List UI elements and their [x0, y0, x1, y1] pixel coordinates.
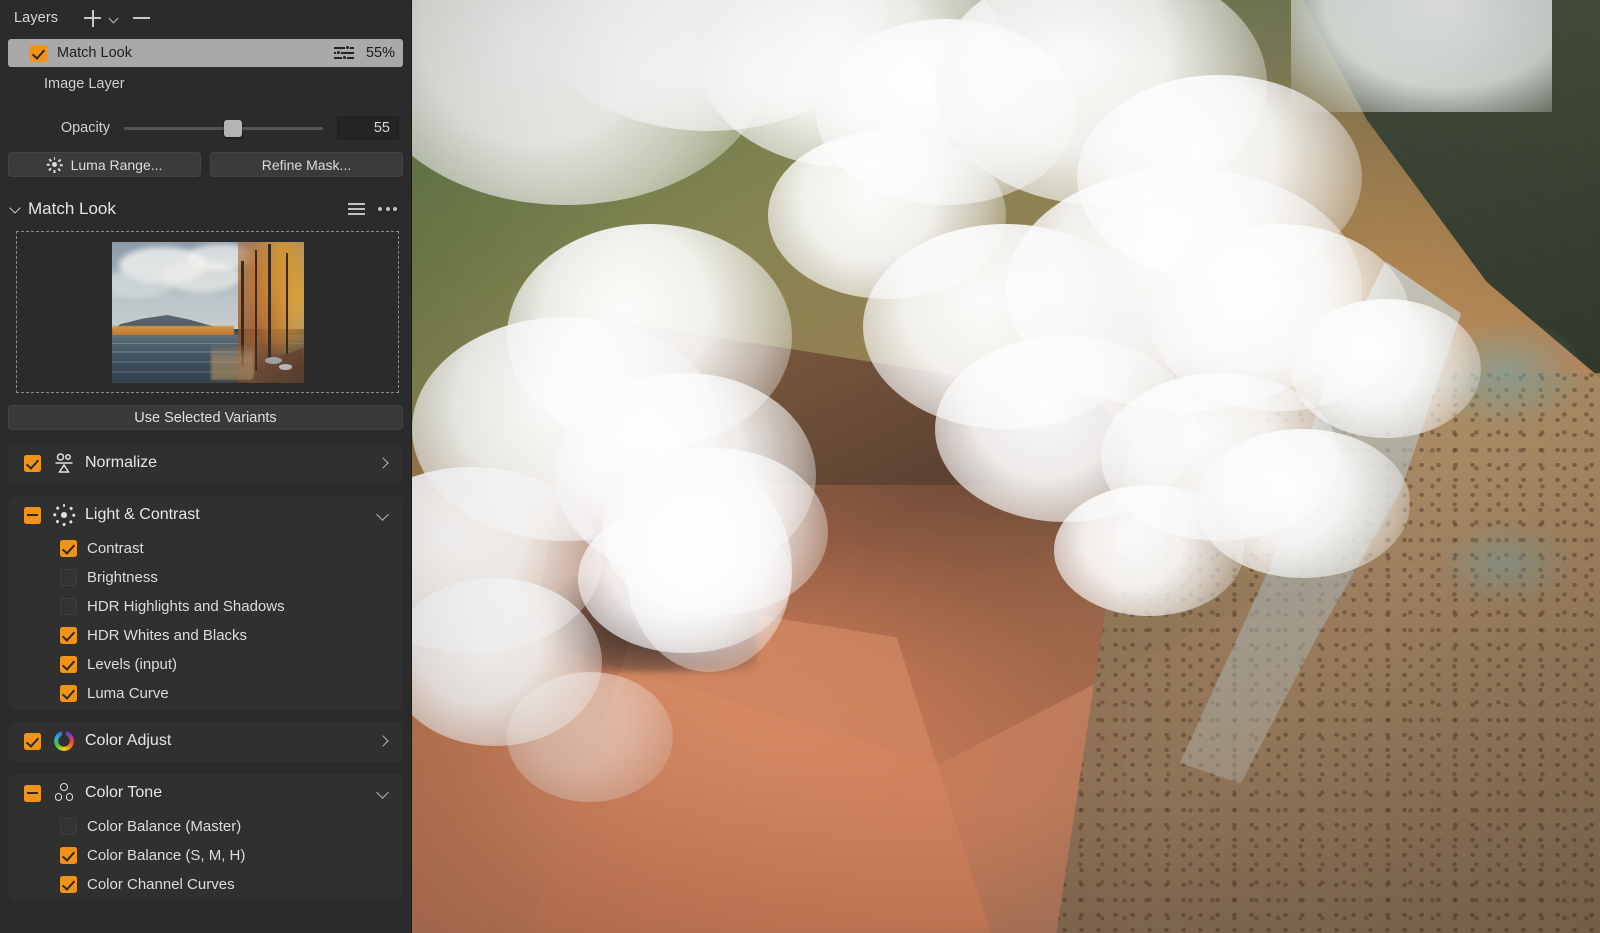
chevron-down-icon[interactable]: [376, 788, 389, 799]
adjustment-group-light-contrast: Light & Contrast Contrast Brightness HDR…: [8, 496, 403, 710]
group-header-normalize[interactable]: Normalize: [8, 444, 403, 482]
opacity-slider[interactable]: [124, 119, 323, 137]
match-look-section-header[interactable]: Match Look: [0, 191, 411, 227]
mask-buttons-row: Luma Range... Refine Mask...: [0, 140, 411, 177]
adjustments-list: Normalize Light & Contrast Contrast Brig…: [0, 430, 411, 901]
sub-label-luma-curve: Luma Curve: [87, 685, 169, 702]
chevron-down-icon[interactable]: [376, 510, 389, 521]
group-checkbox-light-contrast[interactable]: [24, 506, 41, 524]
use-selected-variants-label: Use Selected Variants: [134, 409, 277, 426]
group-label-normalize: Normalize: [85, 454, 158, 471]
group-checkbox-normalize[interactable]: [24, 454, 41, 472]
chevron-right-icon[interactable]: [378, 736, 389, 747]
sub-label-contrast: Contrast: [87, 540, 144, 557]
layer-name: Match Look: [57, 45, 132, 61]
sub-label-color-channel-curves: Color Channel Curves: [87, 876, 235, 893]
refine-mask-label: Refine Mask...: [261, 156, 352, 173]
checkbox-color-channel-curves[interactable]: [60, 876, 77, 893]
checkbox-brightness[interactable]: [60, 569, 77, 586]
group-label-color-adjust: Color Adjust: [85, 732, 172, 749]
checkbox-contrast[interactable]: [60, 540, 77, 557]
adjustment-group-color-adjust: Color Adjust: [8, 722, 403, 762]
color-tone-icon: [53, 782, 75, 804]
checkbox-color-balance-master[interactable]: [60, 818, 77, 835]
sub-item-color-balance-smh[interactable]: Color Balance (S, M, H): [8, 841, 403, 870]
sub-item-levels-input[interactable]: Levels (input): [8, 650, 403, 679]
luma-range-label: Luma Range...: [70, 156, 163, 173]
sub-label-hdr-highlights-shadows: HDR Highlights and Shadows: [87, 598, 285, 615]
hamburger-icon[interactable]: [348, 202, 365, 216]
sunburst-icon: [52, 504, 75, 526]
sub-item-luma-curve[interactable]: Luma Curve: [8, 679, 403, 708]
sub-label-hdr-whites-blacks: HDR Whites and Blacks: [87, 627, 248, 644]
group-header-light-contrast[interactable]: Light & Contrast: [8, 496, 403, 534]
use-selected-variants-button[interactable]: Use Selected Variants: [8, 405, 403, 430]
sub-item-contrast[interactable]: Contrast: [8, 534, 403, 563]
remove-layer-button[interactable]: [133, 17, 151, 19]
layer-opacity-percent: 55%: [365, 45, 395, 61]
checkbox-hdr-highlights-shadows[interactable]: [60, 598, 77, 615]
match-look-dropzone[interactable]: [16, 231, 399, 393]
checkbox-hdr-whites-blacks[interactable]: [60, 627, 77, 644]
sub-label-color-balance-smh: Color Balance (S, M, H): [87, 847, 246, 864]
group-label-color-tone: Color Tone: [85, 784, 163, 801]
group-header-color-adjust[interactable]: Color Adjust: [8, 722, 403, 760]
adjustment-group-color-tone: Color Tone Color Balance (Master) Color …: [8, 774, 403, 901]
layers-header: Layers: [0, 0, 411, 36]
image-viewer[interactable]: [412, 0, 1600, 933]
group-label-light-contrast: Light & Contrast: [85, 506, 200, 523]
normalize-icon: [53, 452, 75, 474]
minus-icon: [133, 17, 151, 19]
sub-item-brightness[interactable]: Brightness: [8, 563, 403, 592]
layers-title: Layers: [14, 10, 59, 26]
sliders-icon[interactable]: [333, 45, 354, 60]
opacity-value-field[interactable]: 55: [337, 116, 399, 140]
refine-mask-button[interactable]: Refine Mask...: [210, 152, 403, 177]
color-wheel-icon: [53, 730, 75, 752]
plus-icon: [84, 9, 102, 27]
layer-enabled-checkbox[interactable]: [30, 44, 47, 62]
checkbox-luma-curve[interactable]: [60, 685, 77, 702]
layer-row-match-look[interactable]: Match Look 55%: [8, 39, 403, 67]
checkbox-color-balance-smh[interactable]: [60, 847, 77, 864]
sub-item-color-balance-master[interactable]: Color Balance (Master): [8, 812, 403, 841]
layer-sublabel: Image Layer: [44, 76, 125, 92]
sub-label-levels-input: Levels (input): [87, 656, 178, 673]
group-checkbox-color-tone[interactable]: [24, 784, 41, 802]
sub-label-brightness: Brightness: [87, 569, 158, 586]
sub-item-hdr-highlights-shadows[interactable]: HDR Highlights and Shadows: [8, 592, 403, 621]
opacity-row: Opacity 55: [0, 116, 411, 140]
opacity-slider-thumb[interactable]: [224, 119, 243, 137]
checkbox-levels-input[interactable]: [60, 656, 77, 673]
layers-panel: Layers Match Look 55% Image Layer Opacit…: [0, 0, 412, 933]
sub-item-color-channel-curves[interactable]: Color Channel Curves: [8, 870, 403, 899]
sub-label-color-balance-master: Color Balance (Master): [87, 818, 242, 835]
opacity-label: Opacity: [60, 120, 110, 136]
chevron-right-icon[interactable]: [378, 458, 389, 469]
chevron-down-icon[interactable]: [10, 203, 22, 215]
autumn-lake-thumbnail[interactable]: [111, 241, 304, 383]
sub-item-hdr-whites-blacks[interactable]: HDR Whites and Blacks: [8, 621, 403, 650]
match-look-title: Match Look: [28, 199, 116, 218]
adjustment-group-normalize: Normalize: [8, 444, 403, 484]
app-root: Layers Match Look 55% Image Layer Opacit…: [0, 0, 1600, 933]
luma-range-button[interactable]: Luma Range...: [8, 152, 201, 177]
ellipsis-icon[interactable]: [378, 207, 397, 211]
add-layer-button[interactable]: [84, 9, 119, 27]
group-header-color-tone[interactable]: Color Tone: [8, 774, 403, 812]
sun-icon: [46, 156, 63, 173]
group-checkbox-color-adjust[interactable]: [24, 732, 41, 750]
chevron-down-icon[interactable]: [110, 15, 119, 24]
